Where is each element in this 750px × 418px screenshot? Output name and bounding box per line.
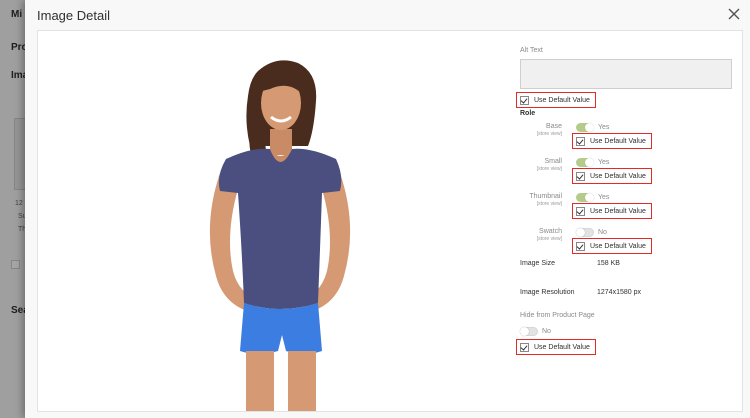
use-default-label: Use Default Value: [590, 242, 646, 250]
checkbox-checked-icon: [520, 342, 529, 352]
image-size-label: Image Size: [520, 260, 556, 267]
role-swatch-use-default-checkbox[interactable]: Use Default Value: [572, 238, 652, 254]
role-base-use-default-checkbox[interactable]: Use Default Value: [572, 133, 652, 149]
role-thumbnail-use-default-checkbox[interactable]: Use Default Value: [572, 203, 652, 219]
checkbox-checked-icon: [576, 206, 585, 216]
role-base-scope: [store view]: [536, 131, 562, 137]
hide-from-product-page-label: Hide from Product Page: [520, 312, 595, 319]
image-resolution-value: 1274x1580 px: [597, 289, 641, 296]
image-detail-modal: Image Detail Alt Text Use Default Value …: [25, 0, 750, 418]
role-thumbnail-toggle[interactable]: [576, 193, 594, 202]
alt-text-use-default-checkbox[interactable]: Use Default Value: [516, 92, 596, 108]
role-thumbnail-state: Yes: [598, 194, 610, 201]
use-default-label: Use Default Value: [534, 343, 590, 351]
image-properties-panel: Alt Text Use Default Value Role Base [st…: [516, 31, 742, 411]
modal-content: Alt Text Use Default Value Role Base [st…: [37, 30, 743, 412]
close-icon: [728, 8, 740, 20]
hide-from-product-page-state: No: [542, 328, 551, 335]
checkbox-checked-icon: [520, 95, 529, 105]
role-thumbnail-scope: [store view]: [536, 201, 562, 207]
role-base-state: Yes: [598, 124, 610, 131]
alt-text-label: Alt Text: [520, 47, 543, 54]
hide-from-product-page-toggle[interactable]: [520, 327, 538, 336]
product-image: [158, 51, 398, 411]
role-swatch-state: No: [598, 229, 607, 236]
image-resolution-label: Image Resolution: [520, 289, 575, 296]
role-swatch-label: Swatch: [539, 228, 562, 235]
role-small-toggle[interactable]: [576, 158, 594, 167]
role-small-use-default-checkbox[interactable]: Use Default Value: [572, 168, 652, 184]
checkbox-checked-icon: [576, 136, 585, 146]
role-heading: Role: [520, 110, 536, 117]
image-size-value: 158 KB: [597, 260, 620, 267]
use-default-label: Use Default Value: [590, 172, 646, 180]
use-default-label: Use Default Value: [590, 137, 646, 145]
hide-use-default-checkbox[interactable]: Use Default Value: [516, 339, 596, 355]
modal-title: Image Detail: [37, 8, 110, 23]
role-thumbnail-label: Thumbnail: [529, 193, 562, 200]
use-default-label: Use Default Value: [534, 96, 590, 104]
alt-text-input[interactable]: [520, 59, 732, 89]
role-swatch-scope: [store view]: [536, 236, 562, 242]
role-small-state: Yes: [598, 159, 610, 166]
role-base-label: Base: [546, 123, 562, 130]
role-swatch-toggle[interactable]: [576, 228, 594, 237]
checkbox-checked-icon: [576, 171, 585, 181]
close-button[interactable]: [726, 6, 742, 22]
checkbox-checked-icon: [576, 241, 585, 251]
use-default-label: Use Default Value: [590, 207, 646, 215]
role-base-toggle[interactable]: [576, 123, 594, 132]
role-small-scope: [store view]: [536, 166, 562, 172]
role-small-label: Small: [544, 158, 562, 165]
